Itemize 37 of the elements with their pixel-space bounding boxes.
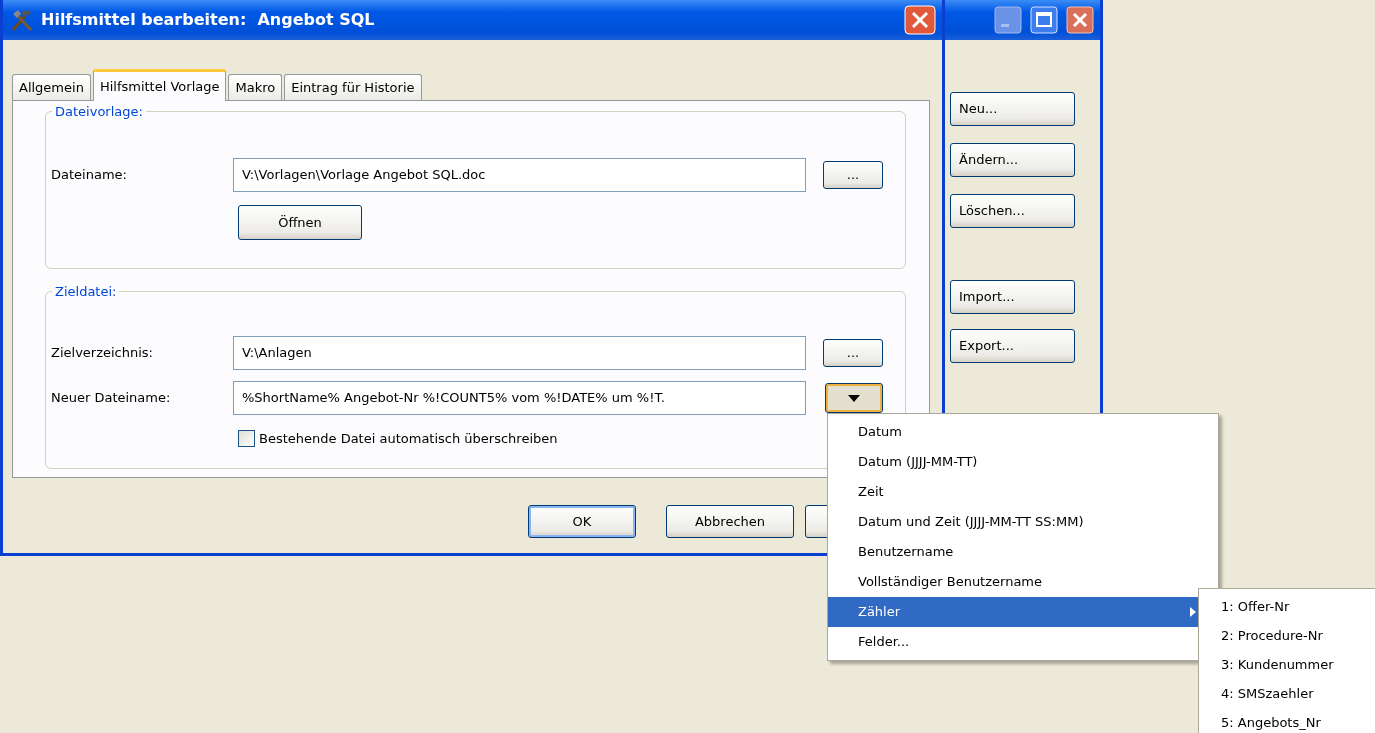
button[interactable]: OK xyxy=(528,505,636,538)
button[interactable]: Export... xyxy=(950,329,1075,363)
menu-item[interactable]: Datum xyxy=(828,417,1218,447)
close-icon[interactable] xyxy=(1066,6,1094,34)
menu-item[interactable]: Datum (JJJJ-MM-TT) xyxy=(828,447,1218,477)
caret-icon xyxy=(848,394,860,402)
text-field[interactable]: V:\Anlagen xyxy=(233,336,806,370)
text-field[interactable]: %ShortName% Angebot-Nr %!COUNT5% vom %!DATE% um %!T. xyxy=(233,381,806,415)
button[interactable]: Abbrechen xyxy=(666,505,794,538)
minimize-icon[interactable] xyxy=(994,6,1022,34)
text-field[interactable]: V:\Vorlagen\Vorlage Angebot SQL.doc xyxy=(233,158,806,192)
tab[interactable]: Allgemein xyxy=(12,74,91,100)
button[interactable]: Import... xyxy=(950,280,1075,314)
menu-item[interactable]: Benutzername xyxy=(828,537,1218,567)
tab[interactable]: Makro xyxy=(228,74,283,100)
checkbox[interactable] xyxy=(238,430,255,448)
button[interactable]: Neu... xyxy=(950,92,1075,126)
tab[interactable]: Hilfsmittel Vorlage xyxy=(92,69,227,101)
field-label: Zielverzeichnis: xyxy=(50,344,154,363)
button[interactable]: Löschen... xyxy=(950,194,1075,228)
dropdown-button[interactable] xyxy=(825,383,883,413)
menu-item[interactable]: 3: Kundenummer xyxy=(1199,650,1375,679)
field-label: Neuer Dateiname: xyxy=(50,389,172,408)
tools-icon xyxy=(9,8,35,32)
menu-item[interactable]: Zeit xyxy=(828,477,1218,507)
maximize-icon[interactable] xyxy=(1030,6,1058,34)
browse-button[interactable]: ... xyxy=(823,161,883,189)
field-label: Dateiname: xyxy=(50,166,128,185)
menu-item[interactable]: 5: Angebots_Nr xyxy=(1199,708,1375,733)
menu-item[interactable]: Datum und Zeit (JJJJ-MM-TT SS:MM) xyxy=(828,507,1218,537)
button[interactable]: Ändern... xyxy=(950,143,1075,177)
checkbox-label: Bestehende Datei automatisch überschreiben xyxy=(259,430,558,448)
tab[interactable]: Eintrag für Historie xyxy=(284,74,422,100)
window-title: Hilfsmittel bearbeiten: Angebot SQL xyxy=(41,9,375,31)
menu-item[interactable]: 4: SMSzaehler xyxy=(1199,679,1375,708)
open-button[interactable]: Öffnen xyxy=(238,205,362,240)
browse-button[interactable]: ... xyxy=(823,339,883,367)
